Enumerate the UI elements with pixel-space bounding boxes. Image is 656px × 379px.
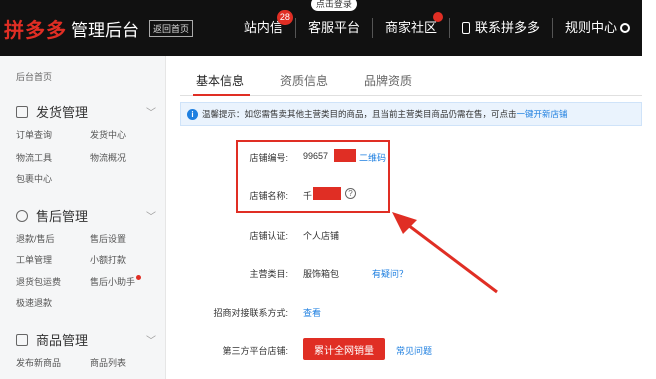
annotation-arrow [392, 212, 498, 294]
arrow-shaft [403, 220, 498, 294]
